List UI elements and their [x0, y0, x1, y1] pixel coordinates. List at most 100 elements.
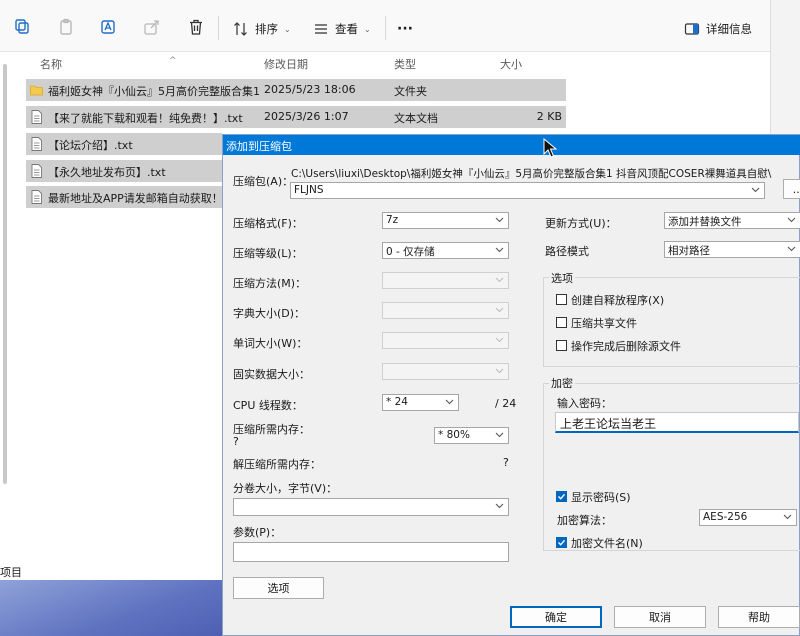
encryption-method-value: AES-256	[703, 511, 748, 523]
more-options-button[interactable]: ···	[397, 20, 413, 38]
format-value: 7z	[386, 214, 399, 226]
level-combo[interactable]: 0 - 仅存储	[382, 242, 509, 259]
file-name: 【来了就能下载和观看！纯免费！】.txt	[48, 112, 243, 125]
compress-memory-value: ?	[233, 435, 239, 448]
delete-source-checkbox[interactable]	[556, 340, 567, 351]
word-size-combo[interactable]	[382, 332, 509, 349]
sort-icon	[234, 22, 247, 36]
encryption-group-title: 加密	[549, 375, 575, 391]
column-size[interactable]: 大小	[500, 56, 522, 72]
browse-button[interactable]: ...	[783, 179, 800, 199]
chevron-down-icon	[783, 512, 792, 521]
chevron-down-icon: ⌄	[284, 24, 291, 34]
archive-path-value: FLJNS	[294, 184, 324, 196]
column-name[interactable]: 名称	[40, 56, 62, 72]
path-mode-combo[interactable]: 相对路径	[664, 241, 800, 258]
decompress-memory-label: 解压缩所需内存：	[233, 458, 321, 471]
add-to-archive-dialog: 添加到压缩包 压缩包(A)： C:\Users\liuxi\Desktop\福利…	[222, 134, 800, 636]
file-name: 【永久地址发布页】.txt	[48, 166, 166, 179]
column-type[interactable]: 类型	[394, 56, 416, 72]
file-name: 最新地址及APP请发邮箱自动获取！	[48, 192, 220, 205]
view-label: 查看	[335, 22, 358, 36]
ok-button[interactable]: 确定	[510, 606, 602, 628]
chevron-down-icon: ⌄	[364, 24, 371, 34]
file-row[interactable]: 【论坛介绍】.txt	[26, 133, 222, 155]
dictionary-combo[interactable]	[382, 302, 509, 319]
format-combo[interactable]: 7z	[382, 212, 509, 229]
sfx-checkbox[interactable]	[556, 294, 567, 305]
parameters-input[interactable]	[233, 542, 509, 562]
encrypt-names-checkbox[interactable]	[556, 537, 567, 548]
toolbar-separator	[385, 16, 386, 40]
text-file-icon	[31, 164, 42, 178]
file-name: 福利姬女神『小仙云』5月高价完整版合集1 抖音风顶配COSER裸舞道具自慰FLJ…	[48, 85, 260, 98]
file-row[interactable]: 【来了就能下载和观看！纯免费！】.txt 2025/3/26 1:07 文本文档…	[26, 106, 566, 128]
shared-files-checkbox[interactable]	[556, 317, 567, 328]
details-label: 详细信息	[706, 22, 752, 36]
view-button[interactable]: 查看 ⌄	[313, 20, 371, 38]
cpu-threads-total: / 24	[495, 397, 517, 410]
chevron-down-icon	[495, 430, 504, 439]
file-type: 文件夹	[394, 85, 427, 98]
level-value: 0 - 仅存储	[386, 246, 435, 258]
details-button[interactable]: 详细信息	[684, 20, 752, 38]
chevron-down-icon	[495, 275, 504, 284]
text-file-icon	[31, 137, 42, 151]
view-icon	[315, 24, 327, 34]
options-button[interactable]: 选项	[233, 577, 324, 599]
archive-path-combo[interactable]: FLJNS	[290, 182, 765, 199]
chevron-down-icon	[445, 397, 454, 406]
show-password-label: 显示密码(S)	[571, 491, 631, 504]
password-input[interactable]: 上老王论坛当老王	[555, 412, 799, 433]
delete-icon[interactable]	[186, 17, 206, 37]
file-row[interactable]: 福利姬女神『小仙云』5月高价完整版合集1 抖音风顶配COSER裸舞道具自慰FLJ…	[26, 79, 566, 101]
cancel-button[interactable]: 取消	[614, 606, 706, 628]
update-mode-label: 更新方式(U)：	[545, 217, 617, 230]
vertical-scrollbar[interactable]	[3, 64, 7, 484]
chevron-down-icon	[751, 185, 760, 194]
archive-path-text: C:\Users\liuxi\Desktop\福利姬女神『小仙云』5月高价完整版…	[291, 168, 772, 180]
column-header-row: ^ 名称 修改日期 类型 大小	[26, 54, 570, 72]
memory-percent-value: * 80%	[438, 429, 470, 441]
details-pane-icon	[684, 23, 700, 35]
chevron-down-icon	[495, 366, 504, 375]
method-label: 压缩方法(M)：	[233, 277, 307, 290]
update-mode-combo[interactable]: 添加并替换文件	[664, 212, 800, 229]
sort-ascending-icon: ^	[169, 56, 177, 66]
sort-button[interactable]: 排序 ⌄	[233, 20, 291, 38]
file-row[interactable]: 【永久地址发布页】.txt	[26, 160, 222, 182]
path-mode-value: 相对路径	[668, 245, 710, 257]
split-size-label: 分卷大小，字节(V)：	[233, 482, 338, 495]
password-label: 输入密码：	[557, 397, 612, 410]
dialog-title[interactable]: 添加到压缩包	[223, 135, 800, 155]
solid-size-combo[interactable]	[382, 363, 509, 380]
format-label: 压缩格式(F)：	[233, 217, 303, 230]
explorer-toolbar: 排序 ⌄ 查看 ⌄ ··· 详细信息	[0, 0, 770, 52]
text-file-icon	[31, 110, 42, 124]
paste-icon[interactable]	[56, 17, 76, 37]
method-combo[interactable]	[382, 272, 509, 289]
sort-label: 排序	[255, 22, 278, 36]
file-row[interactable]: 最新地址及APP请发邮箱自动获取！	[26, 186, 222, 208]
encrypt-names-label: 加密文件名(N)	[571, 537, 643, 550]
rename-icon[interactable]	[99, 17, 119, 37]
column-date[interactable]: 修改日期	[264, 56, 308, 72]
help-button[interactable]: 帮助	[718, 606, 800, 628]
chevron-down-icon	[495, 335, 504, 344]
memory-percent-combo[interactable]: * 80%	[434, 427, 509, 444]
file-type: 文本文档	[394, 112, 438, 125]
text-file-icon	[31, 190, 42, 204]
checkmark-icon	[558, 493, 566, 500]
cpu-threads-label: CPU 线程数：	[233, 399, 303, 412]
update-mode-value: 添加并替换文件	[668, 216, 742, 228]
word-size-label: 单词大小(W)：	[233, 337, 308, 350]
show-password-checkbox[interactable]	[556, 491, 567, 502]
share-icon[interactable]	[142, 17, 162, 37]
window-edge	[770, 0, 800, 140]
copy-icon[interactable]	[13, 17, 33, 37]
cpu-threads-combo[interactable]: * 24	[382, 394, 459, 411]
split-size-combo[interactable]	[233, 498, 509, 516]
chevron-down-icon	[495, 305, 504, 314]
encryption-method-combo[interactable]: AES-256	[699, 509, 797, 526]
chevron-down-icon	[787, 244, 796, 253]
